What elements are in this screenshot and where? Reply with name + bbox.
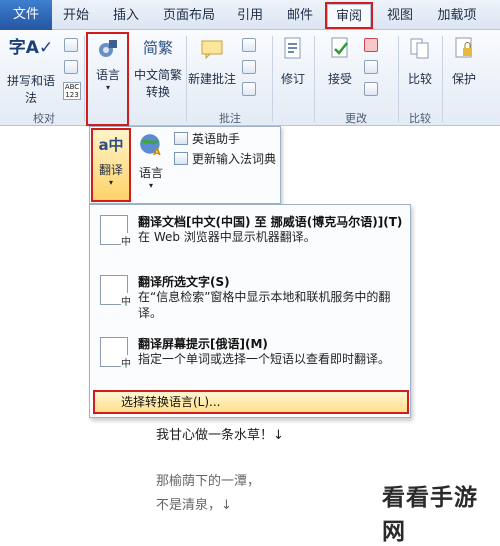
previous-change-icon[interactable]	[364, 60, 378, 74]
accept-icon	[331, 37, 348, 58]
research-icon[interactable]	[64, 38, 78, 52]
separator	[186, 36, 187, 122]
document-line: 那榆荫下的一潭，	[156, 474, 261, 489]
tab-home[interactable]: 开始	[58, 4, 94, 28]
accept-label: 接受	[327, 72, 352, 86]
dictionary-icon	[174, 152, 188, 165]
translate-icon: a中	[98, 136, 124, 154]
chinese-conversion-label: 中文简繁	[134, 68, 183, 82]
tab-page-layout[interactable]: 页面布局	[158, 4, 220, 28]
new-comment-label: 新建批注	[188, 72, 237, 86]
chevron-down-icon: ▾	[108, 178, 113, 187]
track-changes-button[interactable]: 修订	[276, 36, 310, 87]
translate-screentip-title: 翻译屏幕提示[俄语](M)	[138, 337, 268, 351]
compare-icon	[410, 38, 429, 59]
group-compare-label: 比较	[409, 112, 431, 125]
delete-comment-icon[interactable]	[242, 38, 256, 52]
ribbon-tab-bar: 文件 开始 插入 页面布局 引用 邮件 审阅 视图 加载项	[0, 0, 500, 30]
translate-screentip-desc: 指定一个单词或选择一个短语以查看即时翻译。	[138, 352, 391, 366]
tab-view[interactable]: 视图	[382, 4, 418, 28]
globe-icon: A	[140, 134, 161, 158]
chinese-conversion-icon: 简繁	[142, 39, 173, 57]
language-sub-button[interactable]: A 语言 ▾	[136, 131, 166, 197]
accept-button[interactable]: 接受	[318, 36, 362, 87]
screentip-translate-icon	[100, 337, 131, 370]
group-changes-label: 更改	[345, 112, 367, 125]
word-count-icon[interactable]: ABC 123	[63, 82, 81, 100]
chinese-conversion-label-2: 转换	[145, 85, 170, 99]
lock-icon	[455, 37, 472, 58]
ribbon-review: 字A✓ 拼写和语法 ABC 123 校对 语言 ▾ 简繁 中文简繁 转换 新建批…	[0, 30, 500, 126]
svg-text:A: A	[153, 147, 161, 157]
separator	[84, 36, 85, 122]
reject-icon[interactable]	[364, 38, 378, 52]
comment-icon	[201, 40, 223, 60]
spelling-abc-icon: 字A✓	[8, 38, 54, 58]
translate-button[interactable]: a中 翻译 ▾	[91, 128, 131, 202]
language-button-highlight	[86, 32, 129, 126]
review-tab-highlight	[325, 2, 373, 29]
compare-label: 比较	[407, 72, 432, 86]
translate-selection-desc: 在“信息检索”窗格中显示本地和联机服务中的翻译。	[138, 290, 391, 320]
compare-button[interactable]: 比较	[402, 36, 438, 87]
english-assistant-label: 英语助手	[192, 132, 241, 146]
choose-translation-language-item[interactable]: 选择转换语言(L)...	[93, 390, 409, 414]
english-assistant-item[interactable]: 英语助手	[174, 130, 240, 148]
chevron-down-icon: ▾	[148, 181, 153, 190]
selection-translate-icon	[100, 275, 131, 308]
spelling-grammar-button[interactable]: 字A✓ 拼写和语法	[2, 34, 60, 106]
translate-selection-item[interactable]: 翻译所选文字(S) 在“信息检索”窗格中显示本地和联机服务中的翻译。	[96, 273, 404, 329]
group-comments-label: 批注	[219, 112, 241, 125]
document-line: 不是清泉，↓	[156, 498, 232, 513]
translate-label: 翻译	[98, 163, 123, 177]
chinese-conversion-button[interactable]: 简繁 中文简繁 转换	[134, 36, 182, 100]
next-change-icon[interactable]	[364, 82, 378, 96]
protect-label: 保护	[451, 72, 476, 86]
translate-document-desc: 在 Web 浏览器中显示机器翻译。	[138, 230, 316, 244]
document-translate-icon	[100, 215, 131, 248]
thesaurus-icon[interactable]	[64, 60, 78, 74]
tab-mailings[interactable]: 邮件	[282, 4, 318, 28]
track-changes-label: 修订	[280, 72, 305, 86]
tab-file[interactable]: 文件	[0, 0, 52, 30]
next-comment-icon[interactable]	[242, 82, 256, 96]
update-ime-dictionary-item[interactable]: 更新输入法词典	[174, 150, 276, 168]
language-dropdown: a中 翻译 ▾ A 语言 ▾ 英语助手 更新输入法词典	[89, 126, 281, 204]
separator	[272, 36, 273, 122]
separator	[398, 36, 399, 122]
translate-selection-title: 翻译所选文字(S)	[138, 275, 230, 289]
new-comment-button[interactable]: 新建批注	[188, 36, 236, 87]
tab-references[interactable]: 引用	[232, 4, 268, 28]
translate-screentip-item[interactable]: 翻译屏幕提示[俄语](M) 指定一个单词或选择一个短语以查看即时翻译。	[96, 335, 404, 379]
translate-menu: 翻译文档[中文(中国) 至 挪威语(博克马尔语)](T) 在 Web 浏览器中显…	[89, 204, 411, 418]
translate-document-title: 翻译文档[中文(中国) 至 挪威语(博克马尔语)](T)	[138, 215, 403, 229]
document-line: 我甘心做一条水草！↓	[156, 428, 284, 443]
english-assistant-icon	[174, 132, 188, 145]
group-proofing-label: 校对	[33, 112, 55, 125]
tab-insert[interactable]: 插入	[108, 4, 144, 28]
language-sub-label: 语言	[138, 166, 163, 180]
watermark-logo: 看看手游网	[382, 485, 478, 545]
tab-addins[interactable]: 加载项	[432, 4, 482, 28]
track-changes-icon	[284, 37, 301, 59]
translate-document-item[interactable]: 翻译文档[中文(中国) 至 挪威语(博克马尔语)](T) 在 Web 浏览器中显…	[96, 213, 404, 257]
separator	[314, 36, 315, 122]
separator	[442, 36, 443, 122]
previous-comment-icon[interactable]	[242, 60, 256, 74]
spelling-grammar-label: 拼写和语法	[6, 74, 55, 105]
protect-button[interactable]: 保护	[446, 36, 482, 87]
update-ime-dictionary-label: 更新输入法词典	[192, 152, 277, 166]
